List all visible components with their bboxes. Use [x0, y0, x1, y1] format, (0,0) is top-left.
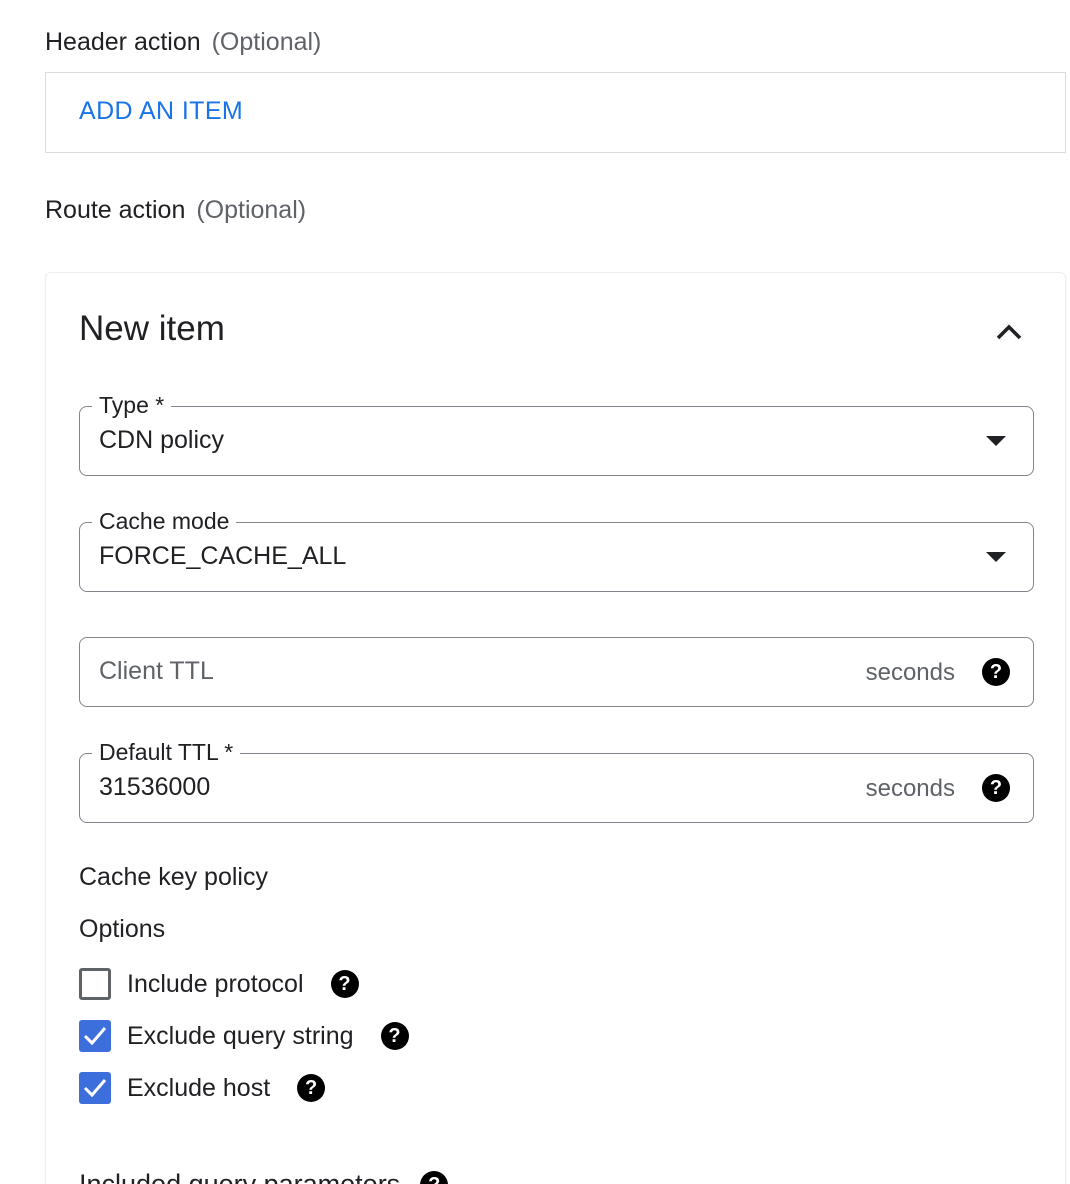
help-icon[interactable]: ?: [420, 1170, 449, 1184]
cache-mode-value: FORCE_CACHE_ALL: [99, 542, 347, 570]
options-heading: Options: [79, 915, 166, 943]
include-protocol-label[interactable]: Include protocol: [127, 970, 304, 999]
default-ttl-label: Default TTL *: [92, 737, 241, 767]
checkmark-icon: [83, 1027, 107, 1046]
header-action-label: Header action: [45, 28, 201, 56]
route-action-item-card: New item Type * CDN policy Cache mode FO…: [45, 272, 1066, 1184]
item-title: New item: [79, 309, 225, 348]
type-select[interactable]: Type * CDN policy: [79, 390, 1034, 476]
exclude-query-string-label[interactable]: Exclude query string: [127, 1022, 354, 1051]
collapse-button[interactable]: [991, 315, 1027, 351]
dropdown-arrow-icon[interactable]: [986, 552, 1006, 562]
included-query-parameters-heading: Included query parameters ?: [79, 1169, 449, 1184]
header-action-optional: (Optional): [211, 28, 322, 56]
include-protocol-checkbox[interactable]: [79, 968, 111, 1000]
default-ttl-value: 31536000: [99, 773, 211, 801]
header-action-list: ADD AN ITEM: [45, 72, 1066, 153]
help-icon[interactable]: ?: [982, 658, 1010, 686]
chevron-up-icon: [996, 324, 1022, 340]
client-ttl-input[interactable]: Client TTL seconds ?: [79, 637, 1034, 707]
add-header-action-button[interactable]: ADD AN ITEM: [79, 97, 243, 126]
client-ttl-placeholder: Client TTL: [99, 657, 214, 685]
option-exclude-host: Exclude host ?: [79, 1071, 326, 1105]
exclude-host-checkbox[interactable]: [79, 1072, 111, 1104]
checkmark-icon: [83, 1079, 107, 1098]
help-icon[interactable]: ?: [330, 970, 359, 998]
help-icon[interactable]: ?: [982, 774, 1010, 802]
cache-mode-select[interactable]: Cache mode FORCE_CACHE_ALL: [79, 506, 1034, 592]
route-action-label: Route action: [45, 196, 186, 224]
default-ttl-suffix: seconds: [865, 775, 955, 802]
help-icon[interactable]: ?: [380, 1022, 409, 1050]
help-icon[interactable]: ?: [297, 1074, 326, 1102]
cache-key-policy-heading: Cache key policy: [79, 863, 268, 891]
default-ttl-input[interactable]: Default TTL * 31536000 seconds ?: [79, 737, 1034, 823]
route-action-optional: (Optional): [196, 196, 307, 224]
header-action-heading: Header action (Optional): [45, 28, 321, 57]
exclude-query-string-checkbox[interactable]: [79, 1020, 111, 1052]
type-value: CDN policy: [99, 426, 225, 454]
option-include-protocol: Include protocol ?: [79, 967, 359, 1001]
route-rule-editor: Header action (Optional) ADD AN ITEM Rou…: [0, 0, 1070, 1184]
exclude-host-label[interactable]: Exclude host: [127, 1074, 270, 1103]
cache-mode-label: Cache mode: [92, 506, 237, 536]
type-label: Type *: [92, 390, 172, 420]
included-query-parameters-label: Included query parameters: [79, 1169, 401, 1184]
dropdown-arrow-icon[interactable]: [986, 436, 1006, 446]
route-action-heading: Route action (Optional): [45, 196, 306, 225]
client-ttl-suffix: seconds: [865, 659, 955, 686]
option-exclude-query-string: Exclude query string ?: [79, 1019, 409, 1053]
